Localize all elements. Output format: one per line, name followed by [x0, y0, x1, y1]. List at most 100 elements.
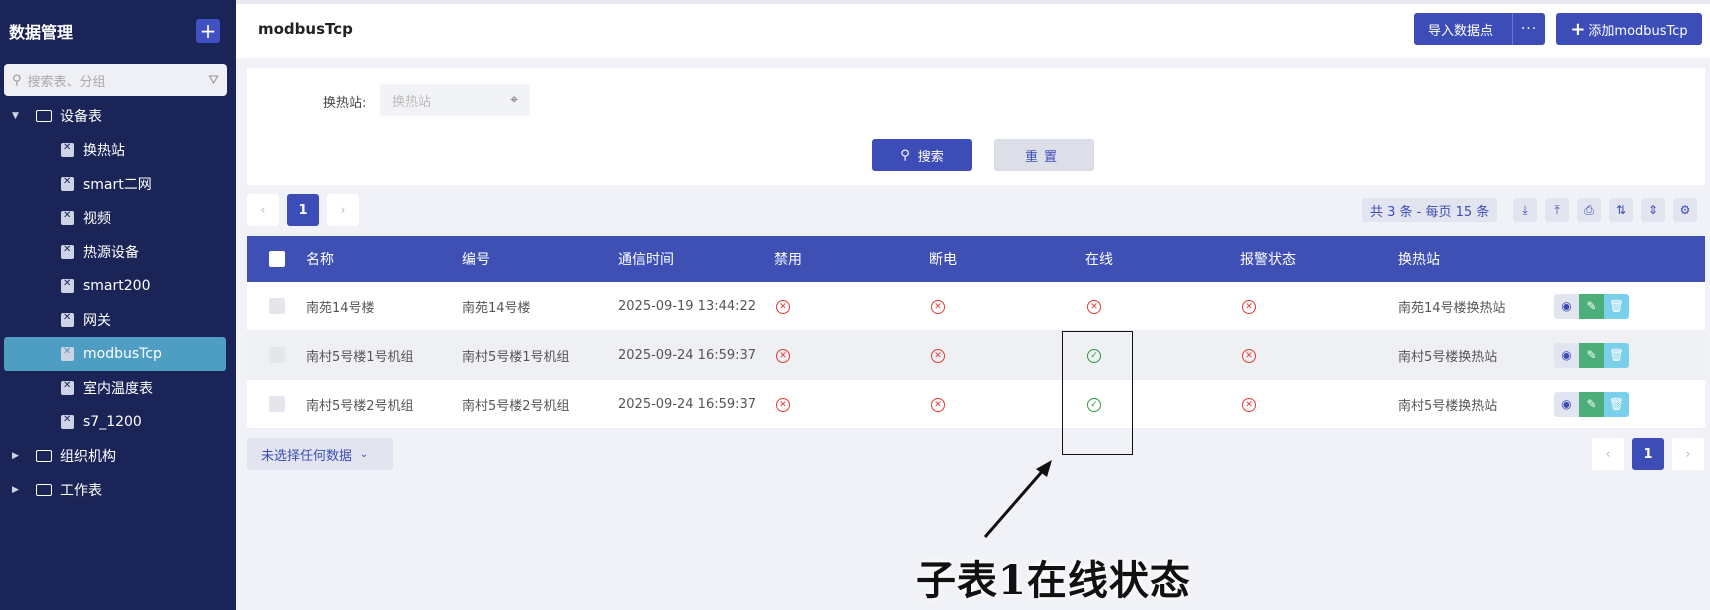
status-cell: ✕: [1085, 298, 1240, 314]
delete-icon[interactable]: 🗑: [1604, 342, 1629, 368]
table-row[interactable]: 南村5号楼2号机组 南村5号楼2号机组 2025-09-24 16:59:37 ✕ ✕ ✓…: [247, 380, 1705, 429]
plus-icon[interactable]: +: [196, 19, 220, 43]
station-filter-label: 换热站:: [323, 96, 367, 111]
sidebar-item-smart200[interactable]: smart200: [0, 269, 236, 303]
page-number[interactable]: 1: [1632, 438, 1664, 470]
edit-icon[interactable]: ✎: [1579, 293, 1604, 319]
status-cell: ✕: [774, 298, 929, 314]
error-circle-icon: ✕: [1242, 349, 1256, 363]
row-checkbox[interactable]: [268, 298, 285, 314]
cell-station: 南村5号楼换热站: [1398, 349, 1498, 365]
column-header[interactable]: 编号: [462, 249, 618, 269]
column-header[interactable]: 换热站: [1398, 249, 1554, 269]
page-number[interactable]: 1: [287, 194, 319, 226]
next-page-button[interactable]: ›: [327, 194, 359, 226]
sidebar-item-smart-net[interactable]: smart二网: [0, 167, 236, 201]
annotation-arrow-icon: [983, 460, 1052, 538]
table-icon: [61, 210, 74, 225]
tree-group-worksheets[interactable]: ▶ 工作表: [0, 473, 236, 507]
download-icon[interactable]: ⤓: [1513, 198, 1537, 222]
error-circle-icon: ✕: [776, 349, 790, 363]
sidebar-tree: ▼ 设备表 换热站 smart二网 视频 热源设备 smart200 网关 mo…: [0, 99, 236, 507]
cell-station: 南苑14号楼换热站: [1398, 300, 1506, 316]
status-cell: ✕: [1240, 347, 1398, 363]
status-cell: ✕: [774, 347, 929, 363]
prev-page-button[interactable]: ‹: [1592, 438, 1624, 470]
search-button[interactable]: ⚲ 搜索: [872, 139, 972, 171]
header-checkbox-cell: [247, 251, 306, 267]
prev-page-button[interactable]: ‹: [247, 194, 279, 226]
sidebar-item-label: s7_1200: [83, 414, 142, 430]
pagination-top: ‹ 1 ›: [247, 194, 359, 226]
sidebar-search-input[interactable]: ⚲ 搜索表、分组 ⛛: [4, 64, 227, 96]
table-icon: [61, 380, 74, 395]
column-header[interactable]: 报警状态: [1240, 249, 1398, 269]
row-checkbox[interactable]: [268, 396, 285, 412]
table-body: 南苑14号楼 南苑14号楼 2025-09-19 13:44:22 ✕ ✕ ✕ ✕ 南苑14号…: [247, 282, 1705, 429]
cell-time: 2025-09-19 13:44:22: [618, 298, 757, 314]
error-circle-icon: ✕: [931, 300, 945, 314]
sidebar-item-label: 换热站: [83, 143, 125, 159]
sidebar-item-label: 网关: [83, 313, 111, 329]
sort-icon[interactable]: ⇅: [1609, 198, 1633, 222]
sidebar-item-video[interactable]: 视频: [0, 201, 236, 235]
reset-button[interactable]: 重置: [994, 139, 1094, 171]
station-filter-input[interactable]: 换热站 ⌖: [380, 84, 530, 116]
print-icon[interactable]: ⎙: [1577, 198, 1601, 222]
tree-group-label: 设备表: [60, 109, 102, 125]
sidebar-item-label: modbusTcp: [83, 346, 162, 362]
add-label: 添加modbusTcp: [1588, 23, 1688, 39]
sidebar-title: 数据管理: [9, 23, 74, 42]
edit-icon[interactable]: ✎: [1579, 342, 1604, 368]
cell-time: 2025-09-24 16:59:37: [618, 347, 757, 363]
view-icon[interactable]: ◉: [1554, 293, 1579, 319]
select-all-checkbox[interactable]: [268, 251, 285, 267]
sidebar-item-gateway[interactable]: 网关: [0, 303, 236, 337]
selection-dropdown[interactable]: 未选择任何数据 ⌄: [247, 438, 393, 470]
cell-code: 南村5号楼1号机组: [462, 349, 570, 365]
table-row[interactable]: 南苑14号楼 南苑14号楼 2025-09-19 13:44:22 ✕ ✕ ✕ ✕ 南苑14号…: [247, 282, 1705, 331]
next-page-button[interactable]: ›: [1672, 438, 1704, 470]
row-checkbox-cell: [247, 347, 306, 363]
row-actions: ◉ ✎ 🗑: [1554, 293, 1705, 319]
column-header[interactable]: 名称: [306, 249, 462, 269]
column-header[interactable]: 断电: [929, 249, 1085, 269]
filter-icon[interactable]: ⛛: [208, 73, 219, 88]
sidebar-item-heat-source[interactable]: 热源设备: [0, 235, 236, 269]
import-datapoints-button[interactable]: 导入数据点 ···: [1414, 13, 1545, 45]
cell-code: 南苑14号楼: [462, 300, 531, 316]
edit-icon[interactable]: ✎: [1579, 391, 1604, 417]
tree-group-label: 工作表: [60, 483, 102, 499]
table-row[interactable]: 南村5号楼1号机组 南村5号楼1号机组 2025-09-24 16:59:37 ✕ ✕ ✓…: [247, 331, 1705, 380]
column-header[interactable]: 通信时间: [618, 249, 774, 269]
sidebar-item-indoor-temp[interactable]: 室内温度表: [0, 371, 236, 405]
row-height-icon[interactable]: ⇕: [1641, 198, 1665, 222]
row-checkbox-cell: [247, 396, 306, 412]
error-circle-icon: ✕: [931, 398, 945, 412]
station-placeholder: 换热站: [392, 94, 432, 110]
column-header[interactable]: 禁用: [774, 249, 929, 269]
status-cell: ✕: [929, 298, 1085, 314]
pagination-bottom: ‹ 1 ›: [1592, 438, 1704, 470]
tree-group-organization[interactable]: ▶ 组织机构: [0, 439, 236, 473]
row-checkbox[interactable]: [268, 347, 285, 363]
upload-icon[interactable]: ⤒: [1545, 198, 1569, 222]
error-circle-icon: ✕: [1242, 300, 1256, 314]
sidebar-item-s7-1200[interactable]: s7_1200: [0, 405, 236, 439]
table-icon: [61, 346, 74, 361]
sidebar-item-exchange-station[interactable]: 换热站: [0, 133, 236, 167]
view-icon[interactable]: ◉: [1554, 391, 1579, 417]
table-icon: [61, 244, 74, 259]
row-actions: ◉ ✎ 🗑: [1554, 391, 1705, 417]
view-icon[interactable]: ◉: [1554, 342, 1579, 368]
sidebar-item-modbustcp[interactable]: modbusTcp: [4, 337, 226, 371]
delete-icon[interactable]: 🗑: [1604, 293, 1629, 319]
column-header[interactable]: 在线: [1085, 249, 1240, 269]
more-icon[interactable]: ···: [1512, 13, 1545, 45]
tree-group-device-tables[interactable]: ▼ 设备表: [0, 99, 236, 133]
import-label: 导入数据点: [1428, 23, 1494, 39]
delete-icon[interactable]: 🗑: [1604, 391, 1629, 417]
settings-icon[interactable]: ⚙: [1673, 198, 1697, 222]
add-modbustcp-button[interactable]: + 添加modbusTcp: [1556, 13, 1702, 45]
locate-icon[interactable]: ⌖: [510, 92, 518, 108]
